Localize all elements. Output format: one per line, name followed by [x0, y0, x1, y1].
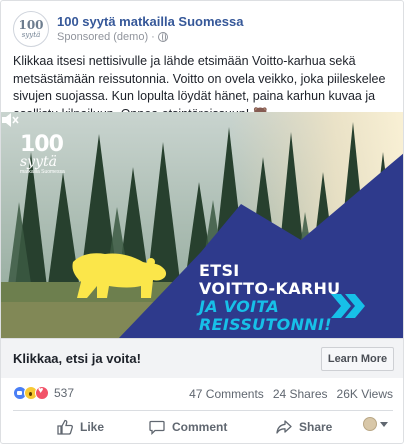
sponsored-text[interactable]: Sponsored (demo) ·: [57, 30, 155, 44]
thumbs-up-icon: [57, 419, 73, 435]
mute-icon[interactable]: [1, 112, 19, 128]
ad-logo-number: 100: [20, 132, 64, 157]
ad-headline-line1: ETSI: [199, 261, 240, 280]
ad-image[interactable]: 100 syytä matkailla Suomessa ETSI VOITTO…: [1, 112, 403, 338]
comment-button[interactable]: Comment: [149, 419, 227, 435]
ad-headline-line2: VOITTO-KARHU: [199, 279, 341, 298]
learn-more-button[interactable]: Learn More: [321, 347, 394, 371]
ad-logo-word: syytä: [20, 154, 57, 170]
post-header: 100 syytä 100 syytä matkailla Suomessa S…: [13, 11, 243, 47]
avatar-word: syytä: [21, 31, 41, 39]
ad-logo-subtitle: matkailla Suomessa: [20, 169, 65, 175]
globe-icon: [157, 32, 168, 42]
chevron-down-icon: [380, 421, 388, 427]
reaction-count: 537: [54, 386, 75, 400]
share-as-avatar: [363, 417, 377, 431]
comments-count[interactable]: 47 Comments: [189, 387, 264, 401]
views-count: 26K Views: [336, 387, 393, 401]
action-bar: Like Comment Share: [13, 410, 393, 442]
page-avatar[interactable]: 100 syytä: [13, 11, 49, 47]
stats-right: 47 Comments 24 Shares 26K Views: [189, 387, 393, 401]
sponsored-label: Sponsored (demo) ·: [57, 30, 243, 44]
cta-bar[interactable]: Klikkaa, etsi ja voita! Learn More: [1, 338, 403, 378]
avatar-number: 100: [18, 18, 44, 32]
share-button[interactable]: Share: [276, 419, 332, 435]
ad-headline-line3: JA VOITA: [199, 297, 280, 316]
engagement-stats: 537 47 Comments 24 Shares 26K Views: [1, 381, 403, 407]
shares-count[interactable]: 24 Shares: [273, 387, 328, 401]
sponsored-post-card: 100 syytä 100 syytä matkailla Suomessa S…: [0, 0, 404, 444]
page-name-link[interactable]: 100 syytä matkailla Suomessa: [57, 14, 243, 30]
like-button[interactable]: Like: [57, 419, 104, 435]
reactions-summary[interactable]: 537: [13, 385, 75, 400]
header-text: 100 syytä matkailla Suomessa Sponsored (…: [57, 14, 243, 44]
comment-icon: [149, 420, 165, 435]
share-arrow-icon: [276, 420, 292, 434]
share-label: Share: [299, 420, 333, 434]
cta-headline[interactable]: Klikkaa, etsi ja voita!: [13, 351, 141, 366]
ad-headline-line4: REISSUTONNI!: [199, 315, 332, 334]
comment-label: Comment: [172, 420, 228, 434]
share-as-menu[interactable]: [363, 417, 388, 431]
like-label: Like: [80, 420, 105, 434]
ad-logo: 100 syytä matkailla Suomessa: [20, 132, 65, 176]
love-reaction-icon: [35, 385, 49, 400]
